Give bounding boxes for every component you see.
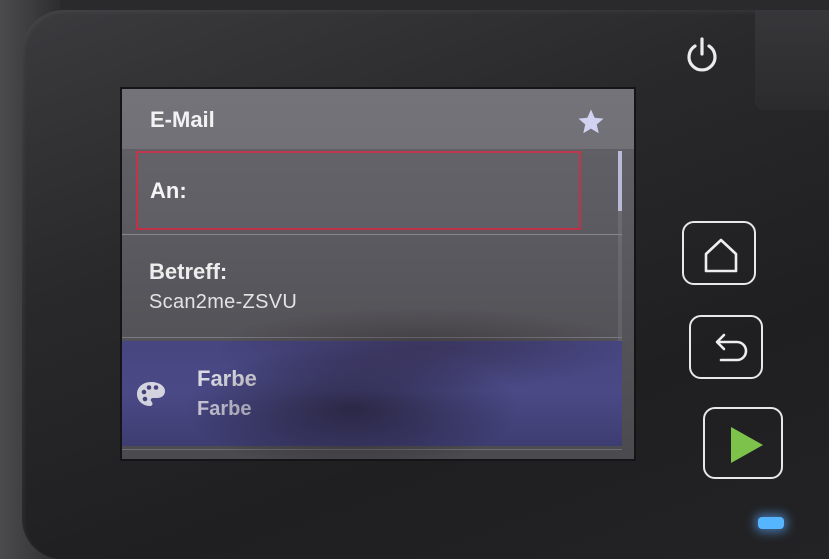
start-button[interactable]	[703, 407, 783, 479]
home-button[interactable]	[682, 221, 756, 285]
recipient-label: An:	[150, 178, 187, 203]
divider	[122, 337, 622, 338]
color-mode-value: Farbe	[197, 398, 252, 420]
recipient-field[interactable]: An:	[136, 151, 581, 230]
start-icon	[731, 427, 763, 463]
bezel-edge	[755, 10, 829, 110]
scrollbar-thumb[interactable]	[618, 151, 622, 211]
subject-label: Betreff:	[149, 259, 228, 284]
back-icon	[715, 333, 748, 362]
color-mode-setting[interactable]: Farbe Farbe	[122, 341, 622, 446]
star-icon[interactable]	[576, 107, 606, 137]
page-title: E-Mail	[150, 107, 215, 132]
subject-field[interactable]: Betreff: Scan2me-ZSVU	[122, 237, 622, 333]
back-button[interactable]	[689, 315, 763, 379]
color-mode-label: Farbe	[197, 366, 257, 391]
screen-header: E-Mail	[122, 89, 634, 149]
palette-icon	[137, 382, 165, 406]
subject-value: Scan2me-ZSVU	[149, 291, 298, 313]
divider	[122, 449, 622, 450]
power-icon[interactable]	[685, 36, 719, 74]
touch-screen: E-Mail An: Betreff: Scan2me-ZSVU Farbe F…	[122, 89, 634, 459]
status-led	[758, 517, 784, 529]
divider	[122, 234, 622, 235]
home-icon	[704, 238, 738, 273]
